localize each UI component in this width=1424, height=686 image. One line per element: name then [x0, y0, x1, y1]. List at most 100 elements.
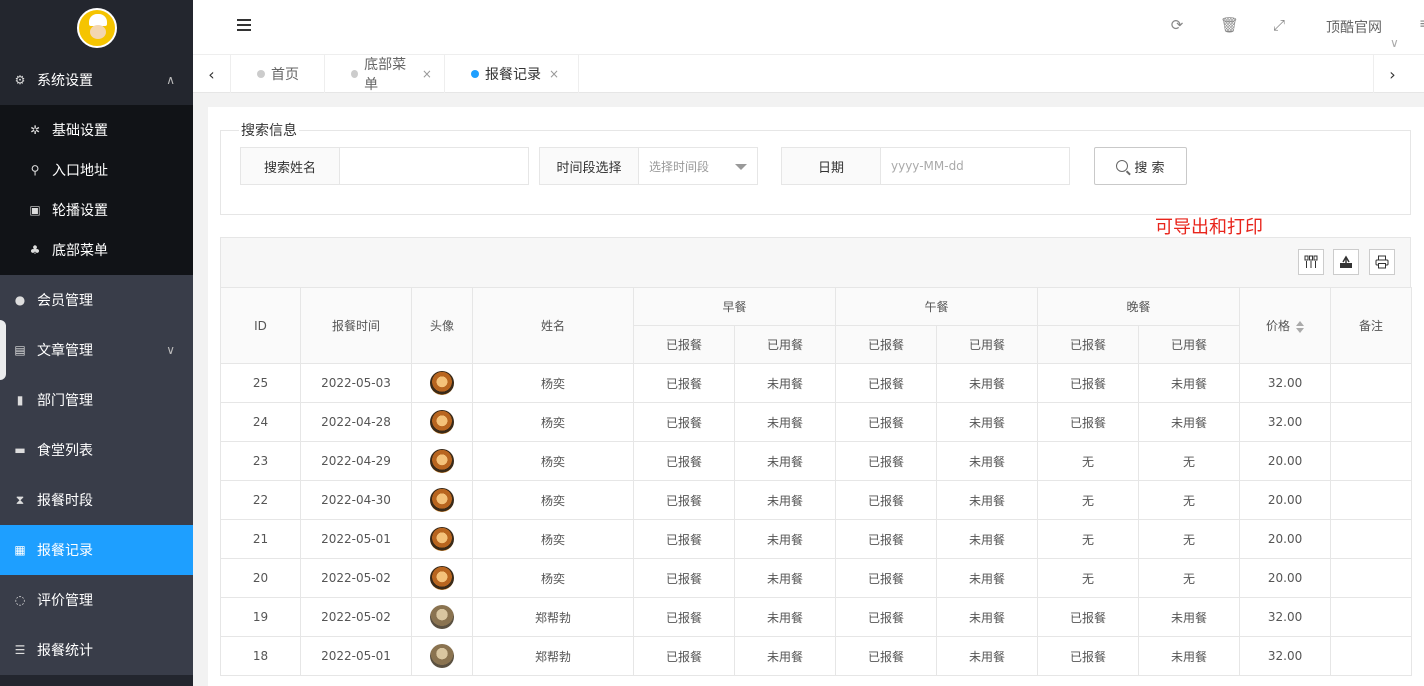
search-name-field[interactable] [340, 147, 529, 185]
chevron-down-icon[interactable]: ∨ [1390, 36, 1399, 50]
date-field[interactable] [881, 147, 1070, 185]
cell-avatar [411, 519, 473, 559]
cell-time: 2022-05-01 [300, 519, 412, 559]
sidebar-item-meal-periods[interactable]: ⧗ 报餐时段 [0, 475, 193, 525]
tab-meal-records[interactable]: 报餐记录 × [445, 55, 579, 93]
sidebar-subitem-bottom-menu[interactable]: ♣ 底部菜单 [0, 230, 193, 270]
sidebar: ⚙ 系统设置 ∧ ✲ 基础设置 ⚲ 入口地址 ▣ 轮播设置 ♣ 底部菜单 ● 会… [0, 0, 193, 686]
export-icon[interactable] [1333, 249, 1359, 275]
cell-b2: 未用餐 [733, 519, 837, 559]
department-icon: ▮ [16, 393, 24, 407]
table-row[interactable]: 25 2022-05-03 杨奕 已报餐 未用餐 已报餐 未用餐 已报餐 未用餐 32.00 [220, 363, 1413, 403]
cell-avatar [411, 441, 473, 481]
table-row[interactable]: 22 2022-04-30 杨奕 已报餐 未用餐 已报餐 未用餐无无 20.00 [220, 480, 1413, 520]
avatar[interactable] [430, 527, 454, 551]
cell-price: 20.00 [1239, 558, 1332, 598]
cell-id: 20 [220, 558, 301, 598]
fullscreen-icon[interactable]: ⤢ [1271, 17, 1287, 33]
sidebar-item-label: 文章管理 [37, 343, 93, 359]
sidebar-item-departments[interactable]: ▮ 部门管理 [0, 375, 193, 425]
close-icon[interactable]: × [549, 67, 559, 81]
table-row[interactable]: 24 2022-04-28 杨奕 已报餐 未用餐 已报餐 未用餐 已报餐 未用餐 32.00 [220, 402, 1413, 442]
more-icon[interactable]: ≡ [1419, 16, 1424, 32]
col-header-avatar: 头像 [411, 287, 473, 364]
date-input[interactable] [891, 148, 1069, 184]
cell-id: 18 [220, 636, 301, 676]
col-header-lunch-used: 已用餐 [936, 325, 1039, 364]
cell-remark [1330, 636, 1413, 676]
sidebar-item-articles[interactable]: ▤ 文章管理 ∨ [0, 325, 193, 375]
cell-b1: 已报餐 [633, 363, 735, 403]
search-button[interactable]: 搜 索 [1094, 147, 1187, 185]
tab-home[interactable]: 首页 [231, 55, 325, 93]
cell-l2: 未用餐 [936, 558, 1039, 598]
cell-name: 杨奕 [472, 363, 634, 403]
avatar[interactable] [430, 644, 454, 668]
col-header-time: 报餐时间 [300, 287, 412, 364]
table-row[interactable]: 18 2022-05-01 郑帮勃 已报餐 未用餐 已报餐 未用餐 已报餐 未用餐 32.00 [220, 636, 1413, 676]
search-legend: 搜索信息 [241, 123, 297, 139]
sidebar-item-label: 食堂列表 [37, 443, 93, 459]
cell-b1: 已报餐 [633, 636, 735, 676]
table-row[interactable]: 21 2022-05-01 杨奕 已报餐 未用餐 已报餐 未用餐无无 20.00 [220, 519, 1413, 559]
cell-avatar [411, 597, 473, 637]
columns-icon[interactable] [1298, 249, 1324, 275]
cell-l2: 未用餐 [936, 363, 1039, 403]
col-header-dinner-used: 已用餐 [1138, 325, 1241, 364]
col-header-price[interactable]: 价格 [1239, 287, 1332, 364]
col-header-breakfast: 早餐 [632, 287, 837, 326]
period-select[interactable]: 选择时间段 [639, 147, 758, 185]
cell-d2: 无 [1138, 558, 1241, 598]
print-icon[interactable] [1369, 249, 1395, 275]
close-icon[interactable]: × [422, 67, 432, 81]
menu-toggle-icon[interactable] [237, 19, 251, 31]
sidebar-item-meal-stats[interactable]: ☰ 报餐统计 [0, 625, 193, 675]
sidebar-subitem-carousel[interactable]: ▣ 轮播设置 [0, 190, 193, 230]
table-row[interactable]: 23 2022-04-29 杨奕 已报餐 未用餐 已报餐 未用餐无无 20.00 [220, 441, 1413, 481]
sort-icon[interactable] [1296, 320, 1305, 333]
sidebar-item-canteens[interactable]: ▬ 食堂列表 [0, 425, 193, 475]
tab-bottom-menu[interactable]: 底部菜单 × [325, 55, 445, 93]
cell-price: 20.00 [1239, 441, 1332, 481]
hourglass-icon: ⧗ [15, 492, 25, 507]
avatar[interactable] [430, 566, 454, 590]
cell-d2: 未用餐 [1138, 597, 1241, 637]
avatar[interactable] [430, 605, 454, 629]
sidebar-item-system-settings[interactable]: ⚙ 系统设置 ∧ [0, 55, 193, 105]
avatar[interactable] [430, 371, 454, 395]
sitemap-icon: ♣ [29, 243, 41, 257]
avatar[interactable] [430, 488, 454, 512]
cell-time: 2022-04-29 [300, 441, 412, 481]
logo[interactable] [0, 0, 193, 55]
col-header-breakfast-reported: 已报餐 [633, 325, 735, 364]
cell-time: 2022-05-02 [300, 597, 412, 637]
sidebar-item-label: 评价管理 [37, 593, 93, 609]
sidebar-item-meal-records[interactable]: ▦ 报餐记录 [0, 525, 193, 575]
cell-remark [1330, 519, 1413, 559]
table-toolbar [220, 237, 1411, 288]
trash-icon[interactable]: 🗑 [1220, 17, 1239, 33]
avatar[interactable] [430, 449, 454, 473]
official-site-link[interactable]: 顶酷官网 [1326, 17, 1382, 37]
search-name-label: 搜索姓名 [240, 147, 340, 185]
search-name-input[interactable] [350, 148, 528, 184]
table-row[interactable]: 20 2022-05-02 杨奕 已报餐 未用餐 已报餐 未用餐无无 20.00 [220, 558, 1413, 598]
table-row[interactable]: 19 2022-05-02 郑帮勃 已报餐 未用餐 已报餐 未用餐 已报餐 未用餐 32.00 [220, 597, 1413, 637]
refresh-icon[interactable]: ⟳ [1169, 17, 1185, 33]
avatar[interactable] [430, 410, 454, 434]
sidebar-item-reviews[interactable]: ◌ 评价管理 [0, 575, 193, 625]
comment-icon: ◌ [14, 593, 26, 607]
cell-b2: 未用餐 [733, 597, 837, 637]
tab-prev-button[interactable]: ‹ [193, 55, 231, 93]
cell-time: 2022-05-03 [300, 363, 412, 403]
cell-b1: 已报餐 [633, 441, 735, 481]
cell-d2: 未用餐 [1138, 402, 1241, 442]
sidebar-subitem-entry-address[interactable]: ⚲ 入口地址 [0, 150, 193, 190]
sidebar-item-label: 报餐记录 [37, 543, 93, 559]
tab-label: 报餐记录 [485, 67, 541, 83]
sidebar-subitem-basic-settings[interactable]: ✲ 基础设置 [0, 110, 193, 150]
sidebar-collapse-notch[interactable] [0, 320, 6, 380]
sidebar-item-members[interactable]: ● 会员管理 [0, 275, 193, 325]
tab-next-button[interactable]: › [1373, 55, 1411, 93]
chevron-down-icon: ∨ [166, 343, 175, 357]
